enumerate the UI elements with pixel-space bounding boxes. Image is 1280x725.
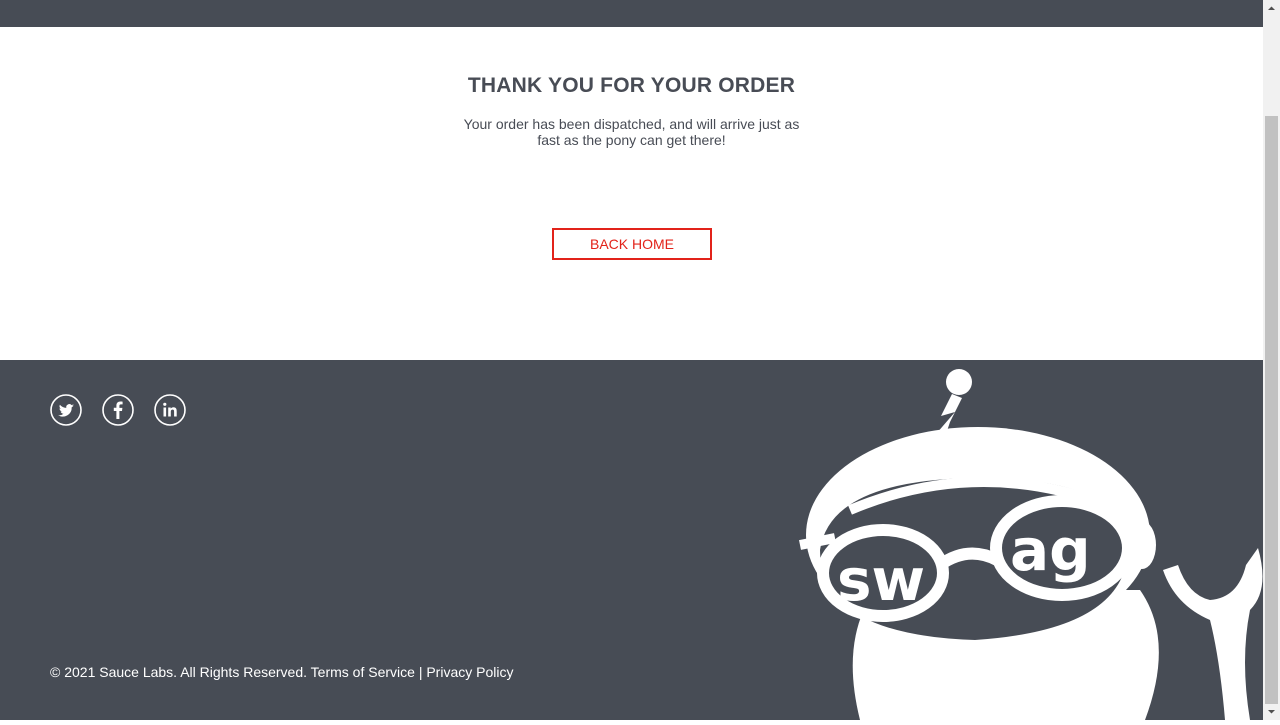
- footer-copy: © 2021 Sauce Labs. All Rights Reserved. …: [50, 664, 513, 680]
- privacy-link[interactable]: Privacy Policy: [426, 664, 513, 680]
- footer-separator: |: [418, 664, 423, 680]
- vertical-scrollbar[interactable]: [1263, 0, 1280, 720]
- scroll-thumb[interactable]: [1265, 116, 1278, 704]
- swag-bot-logo: sw ag: [799, 369, 1263, 720]
- linkedin-icon: [154, 394, 186, 426]
- footer: © 2021 Sauce Labs. All Rights Reserved. …: [0, 360, 1263, 720]
- complete-text: Your order has been dispatched, and will…: [463, 116, 800, 148]
- social-twitter[interactable]: [50, 394, 82, 426]
- social-linkedin[interactable]: [154, 394, 186, 426]
- swag-text-ag: ag: [1010, 516, 1091, 584]
- complete-header: THANK YOU FOR YOUR ORDER: [467, 74, 796, 97]
- facebook-icon: [102, 394, 134, 426]
- back-home-button[interactable]: BACK HOME: [552, 228, 712, 260]
- checkout-complete-container: THANK YOU FOR YOUR ORDER Your order has …: [0, 27, 1263, 360]
- page: THANK YOU FOR YOUR ORDER Your order has …: [0, 0, 1263, 720]
- scroll-up-arrow-icon[interactable]: [1263, 0, 1280, 17]
- copyright-text: © 2021 Sauce Labs. All Rights Reserved.: [50, 664, 308, 680]
- social-facebook[interactable]: [102, 394, 134, 426]
- swag-text-sw: sw: [837, 546, 925, 614]
- header-bar: [0, 0, 1263, 27]
- twitter-icon: [50, 394, 82, 426]
- scroll-down-arrow-icon[interactable]: [1263, 703, 1280, 720]
- terms-link[interactable]: Terms of Service: [311, 664, 415, 680]
